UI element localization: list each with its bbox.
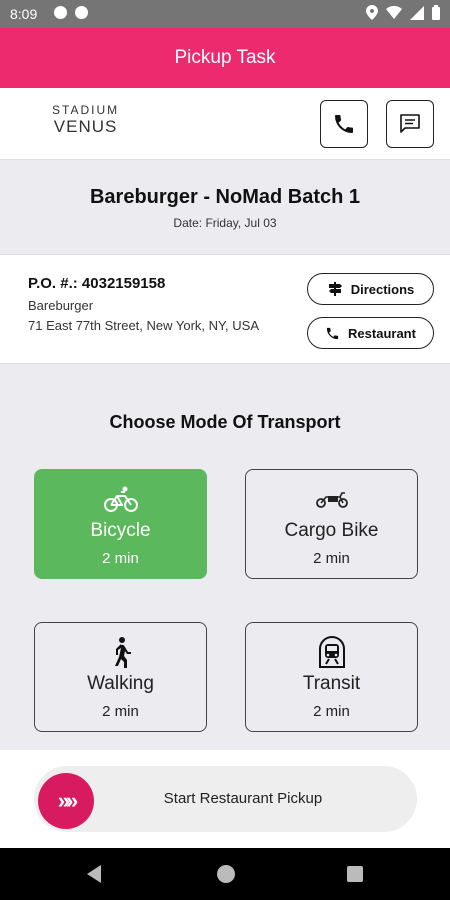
mode-label: Bicycle — [90, 520, 151, 541]
app-bar: Pickup Task — [0, 28, 450, 88]
bottom-action-area: »» Start Restaurant Pickup — [0, 750, 450, 848]
wifi-icon — [386, 6, 402, 19]
bicycle-icon — [103, 486, 138, 512]
status-system-icons — [366, 5, 440, 20]
logo-line-2: VENUS — [53, 117, 118, 136]
chat-icon — [400, 114, 420, 133]
slider-label: Start Restaurant Pickup — [163, 790, 323, 807]
mode-walking[interactable]: Walking 2 min — [34, 622, 207, 732]
location-icon — [366, 5, 378, 20]
mode-time: 2 min — [102, 550, 139, 567]
batch-header: Bareburger - NoMad Batch 1 Date: Friday,… — [0, 160, 450, 254]
signpost-icon — [328, 282, 342, 296]
restaurant-address: 71 East 77th Street, New York, NY, USA — [28, 318, 259, 333]
brand-logo: STADIUM VENUS — [52, 104, 119, 135]
directions-label: Directions — [350, 281, 415, 297]
walking-icon — [114, 637, 131, 668]
cargo-bike-icon — [315, 492, 348, 508]
mode-transit[interactable]: Transit 2 min — [245, 622, 418, 732]
back-icon[interactable] — [87, 865, 101, 883]
restaurant-label: Restaurant — [348, 325, 416, 341]
message-button[interactable] — [386, 100, 434, 148]
mode-label: Cargo Bike — [284, 520, 379, 541]
phone-icon — [326, 327, 339, 339]
mode-time: 2 min — [313, 550, 350, 567]
signal-icon — [410, 5, 424, 20]
system-nav-bar — [0, 848, 450, 900]
mode-time: 2 min — [313, 703, 350, 720]
mode-label: Transit — [302, 673, 361, 694]
page-title: Pickup Task — [174, 47, 276, 68]
call-button[interactable] — [320, 100, 368, 148]
transport-title: Choose Mode Of Transport — [109, 412, 341, 432]
logo-line-1: STADIUM — [52, 103, 120, 117]
recents-icon[interactable] — [347, 866, 363, 882]
status-time: 8:09 — [10, 6, 38, 22]
restaurant-name: Bareburger — [28, 298, 94, 313]
sync-icon — [75, 6, 88, 19]
home-icon[interactable] — [217, 865, 235, 883]
mode-time: 2 min — [102, 703, 139, 720]
mode-label: Walking — [87, 673, 154, 694]
alert-icon — [54, 6, 67, 19]
status-notification-icons — [54, 6, 88, 19]
battery-icon — [432, 5, 440, 20]
start-pickup-slider[interactable]: »» Start Restaurant Pickup — [34, 766, 417, 832]
status-bar: 8:09 — [0, 0, 450, 28]
mode-bicycle[interactable]: Bicycle 2 min — [34, 469, 207, 579]
batch-date: Date: Friday, Jul 03 — [173, 216, 277, 230]
directions-button[interactable]: Directions — [307, 273, 434, 305]
restaurant-call-button[interactable]: Restaurant — [307, 317, 434, 349]
order-card: P.O. #.: 4032159158 Bareburger 71 East 7… — [0, 254, 450, 364]
mode-cargo-bike[interactable]: Cargo Bike 2 min — [245, 469, 418, 579]
phone-icon — [335, 115, 353, 133]
batch-title: Bareburger - NoMad Batch 1 — [89, 186, 361, 208]
slider-knob[interactable]: »» — [38, 773, 94, 829]
transit-icon — [318, 636, 345, 668]
brand-row: STADIUM VENUS — [0, 88, 450, 160]
po-number: P.O. #.: 4032159158 — [28, 275, 166, 292]
